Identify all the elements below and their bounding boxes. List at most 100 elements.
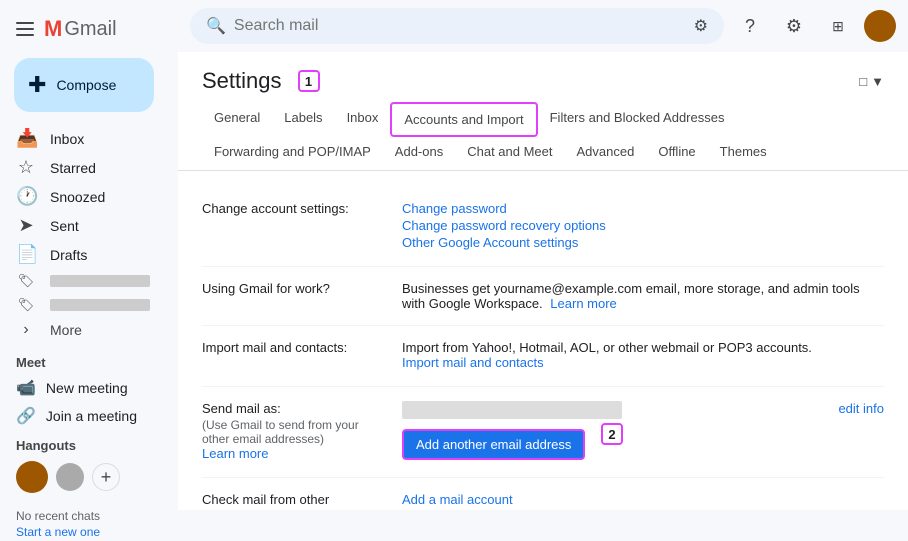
using-gmail-text: Businesses get yourname@example.com emai… [402,281,860,311]
sidebar-item-inbox[interactable]: 📥 Inbox [0,124,162,153]
topbar: 🔍 ⚙ ? ⚙ ⊞ [178,0,908,52]
settings-container: Settings 1 □ ▼ General Labels Inbox Acco… [178,52,908,510]
sidebar-item-snoozed[interactable]: 🕐 Snoozed [0,182,162,211]
gmail-logo[interactable]: M Gmail [44,16,117,42]
change-password-recovery-link[interactable]: Change password recovery options [402,218,884,233]
using-gmail-content: Businesses get yourname@example.com emai… [402,281,884,311]
label-icon-1: 🏷 [16,273,36,289]
send-mail-email-row: edit info [402,401,884,423]
tab-advanced[interactable]: Advanced [565,136,647,170]
other-google-account-link[interactable]: Other Google Account settings [402,235,884,250]
inbox-label: Inbox [50,131,150,147]
using-gmail-label: Using Gmail for work? [202,281,402,296]
import-mail-link[interactable]: Import mail and contacts [402,355,884,370]
new-meeting-icon: 📹 [16,378,36,398]
tab-add-ons[interactable]: Add-ons [383,136,455,170]
settings-header-right[interactable]: □ ▼ [859,74,884,89]
tab-inbox[interactable]: Inbox [335,102,391,136]
main-content: 🔍 ⚙ ? ⚙ ⊞ Settings 1 □ ▼ [178,0,908,510]
change-account-content: Change password Change password recovery… [402,201,884,252]
default-view-label: □ [859,74,867,89]
change-password-link[interactable]: Change password [402,201,884,216]
check-mail-label: Check mail from other accounts: Learn mo… [202,492,402,510]
sent-label: Sent [50,218,150,234]
inbox-icon: 📥 [16,128,36,149]
sidebar-item-join-meeting[interactable]: 🔗 Join a meeting [0,402,178,430]
hangouts-avatar-main[interactable] [16,461,48,493]
hangouts-label: Hangouts [16,438,162,453]
new-meeting-label: New meeting [46,380,128,396]
sent-icon: ➤ [16,215,36,236]
check-mail-content: Add a mail account [402,492,884,509]
add-mail-account-link[interactable]: Add a mail account [402,492,884,507]
hamburger-menu[interactable] [16,22,34,36]
apps-button[interactable]: ⊞ [820,8,856,44]
help-button[interactable]: ? [732,8,768,44]
edit-info-link[interactable]: edit info [838,401,884,416]
search-icon: 🔍 [206,16,226,36]
send-mail-label: Send mail as: (Use Gmail to send from yo… [202,401,402,463]
help-icon: ? [745,16,755,37]
email-address-display [402,401,622,419]
import-mail-content: Import from Yahoo!, Hotmail, AOL, or oth… [402,340,884,372]
tab-accounts[interactable]: Accounts and Import [390,102,537,137]
change-account-row: Change account settings: Change password… [202,187,884,267]
sidebar: M Gmail ✚ Compose 📥 Inbox ☆ Starred 🕐 Sn… [0,0,178,510]
hangouts-avatar-2[interactable] [56,463,84,491]
user-avatar[interactable] [864,10,896,42]
drafts-icon: 📄 [16,244,36,265]
tab-general[interactable]: General [202,102,272,136]
using-gmail-row: Using Gmail for work? Businesses get you… [202,267,884,326]
sidebar-item-blurred1[interactable]: 🏷 [0,269,162,293]
compose-plus-icon: ✚ [28,72,46,98]
send-mail-learn-more[interactable]: Learn more [202,446,386,461]
blurred-label-1 [50,275,150,287]
label-icon-2: 🏷 [16,297,36,313]
add-email-address-button[interactable]: Add another email address [402,429,585,460]
sidebar-item-starred[interactable]: ☆ Starred [0,153,162,182]
tab-themes[interactable]: Themes [708,136,779,170]
header-area: M Gmail [0,8,178,50]
send-mail-content: edit info Add another email address 2 [402,401,884,460]
sidebar-item-more[interactable]: › More [0,317,162,343]
import-mail-label: Import mail and contacts: [202,340,402,355]
settings-title: Settings [202,68,282,94]
blurred-label-2 [50,299,150,311]
badge-1: 1 [298,70,320,92]
change-account-label: Change account settings: [202,201,402,216]
gmail-m: M [44,16,62,42]
compose-label: Compose [56,77,116,93]
start-new-link[interactable]: Start a new one [0,523,178,541]
apps-icon: ⊞ [832,18,844,35]
default-view-chevron: ▼ [871,74,884,89]
settings-content: Change account settings: Change password… [178,171,908,510]
tab-filters[interactable]: Filters and Blocked Addresses [538,102,737,136]
gmail-text: Gmail [64,18,116,41]
join-meeting-icon: 🔗 [16,406,36,426]
tab-chat-meet[interactable]: Chat and Meet [455,136,564,170]
search-input[interactable] [234,17,686,35]
learn-more-link-gmail[interactable]: Learn more [550,296,616,311]
hangouts-avatars: + [16,461,162,493]
sidebar-item-sent[interactable]: ➤ Sent [0,211,162,240]
sidebar-item-new-meeting[interactable]: 📹 New meeting [0,374,178,402]
add-hangout-button[interactable]: + [92,463,120,491]
hangouts-section: Hangouts + [0,430,178,501]
import-mail-text: Import from Yahoo!, Hotmail, AOL, or oth… [402,340,884,355]
gear-icon: ⚙ [786,16,802,37]
tab-offline[interactable]: Offline [646,136,707,170]
topbar-right: ? ⚙ ⊞ [732,8,896,44]
tab-forwarding[interactable]: Forwarding and POP/IMAP [202,136,383,170]
settings-tabs: General Labels Inbox Accounts and Import… [178,94,908,171]
no-recent-chats: No recent chats [0,501,178,523]
sidebar-item-drafts[interactable]: 📄 Drafts [0,240,162,269]
send-mail-row: Send mail as: (Use Gmail to send from yo… [202,387,884,478]
search-filter-icon[interactable]: ⚙ [694,16,708,36]
more-label: More [50,322,150,338]
tab-labels[interactable]: Labels [272,102,334,136]
compose-button[interactable]: ✚ Compose [14,58,154,112]
meet-section-label: Meet [0,343,178,374]
search-bar: 🔍 ⚙ [190,8,724,44]
sidebar-item-blurred2[interactable]: 🏷 [0,293,162,317]
settings-button[interactable]: ⚙ [776,8,812,44]
